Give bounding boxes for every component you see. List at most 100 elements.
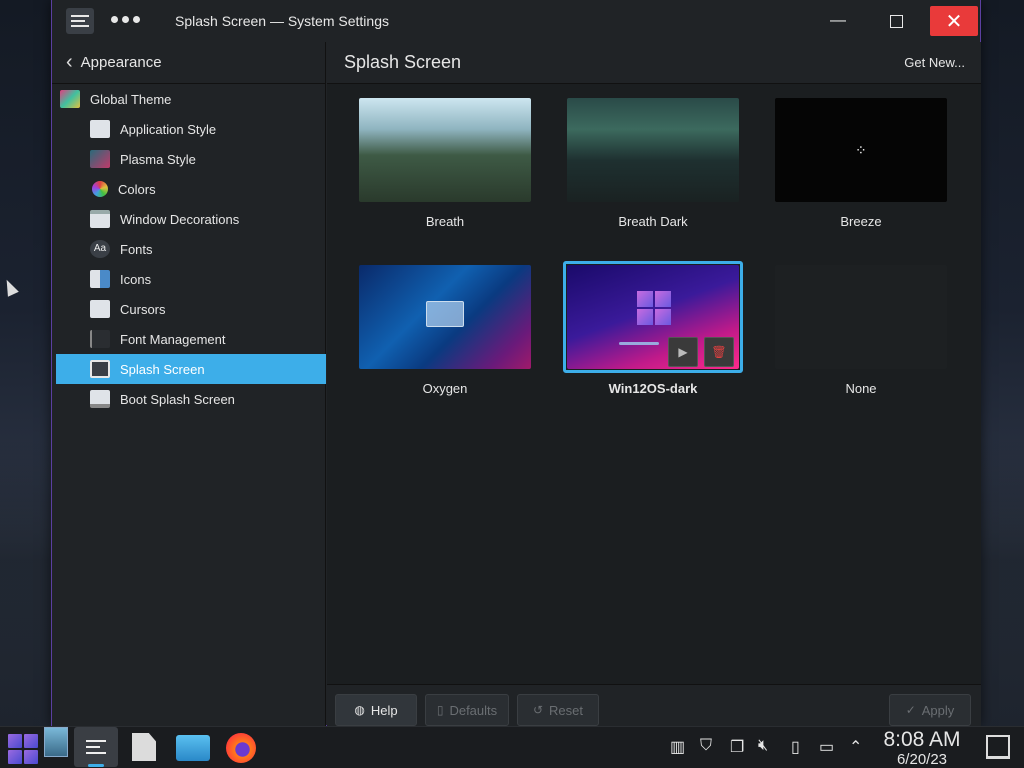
apply-button[interactable]: ✓ Apply (889, 694, 971, 726)
sidebar-item-application-style[interactable]: Application Style (56, 114, 326, 144)
document-icon[interactable] (132, 733, 156, 761)
help-button[interactable]: ◍ Help (335, 694, 417, 726)
help-label: Help (370, 702, 398, 718)
defaults-icon: ▯ (436, 703, 444, 717)
theme-card-win12os-dark[interactable]: ▶ 🗑 Win12OS-dark (563, 261, 743, 411)
theme-card-breeze[interactable]: ⁘ Breeze (771, 94, 949, 244)
sidebar-item-cursors[interactable]: Cursors (56, 294, 326, 324)
sidebar-back-label: Appearance (80, 54, 162, 71)
apply-label: Apply (921, 702, 955, 718)
pager-icon[interactable] (44, 727, 68, 757)
theme-preview: ▶ 🗑 (567, 265, 739, 369)
sidebar-item-label: Window Decorations (120, 211, 240, 227)
theme-preview (359, 265, 531, 369)
more-menu-icon[interactable] (111, 16, 140, 23)
theme-card-breath-dark[interactable]: Breath Dark (563, 94, 741, 244)
mouse-cursor-icon (1, 277, 19, 297)
theme-grid: Breath Breath Dark ⁘ Breeze Oxygen ▶ 🗑 W… (327, 84, 981, 684)
reset-label: Reset (549, 702, 584, 718)
sidebar-item-label: Font Management (120, 331, 226, 347)
main-panel: Splash Screen Get New... Breath Breath D… (327, 42, 981, 726)
network-icon[interactable]: ▭ (819, 737, 834, 757)
sidebar: ‹ Appearance Global Theme Application St… (52, 42, 326, 726)
theme-label: Win12OS-dark (608, 381, 698, 396)
maximize-icon (889, 14, 903, 28)
sidebar-item-global-theme[interactable]: Global Theme (56, 84, 326, 114)
theme-preview (567, 98, 739, 202)
reset-icon: ↺ (532, 703, 544, 717)
theme-card-breath[interactable]: Breath (355, 94, 533, 244)
preview-button[interactable]: ▶ (668, 337, 698, 367)
breeze-logo-icon: ⁘ (855, 142, 867, 158)
clipboard-icon[interactable]: ❐ (730, 737, 744, 757)
taskbar-system-settings[interactable] (74, 727, 118, 767)
plasma-style-icon (90, 150, 110, 168)
font-management-icon (90, 330, 110, 348)
system-settings-window: Splash Screen — System Settings — ✕ ‹ Ap… (51, 0, 981, 726)
close-button[interactable]: ✕ (930, 6, 978, 36)
activity-icon[interactable]: ▥ (670, 737, 685, 757)
minimize-icon: — (830, 12, 846, 29)
clock-date: 6/20/23 (896, 751, 948, 768)
active-indicator (88, 764, 104, 767)
sidebar-item-boot-splash-screen[interactable]: Boot Splash Screen (56, 384, 326, 414)
fonts-icon: Aa (90, 240, 110, 258)
colors-icon (92, 181, 108, 197)
sidebar-item-label: Plasma Style (120, 151, 196, 167)
clock[interactable]: 8:08 AM 6/20/23 (876, 728, 968, 768)
firefox-icon[interactable] (226, 733, 256, 763)
theme-label: Breeze (840, 214, 882, 229)
start-menu-icon[interactable] (8, 734, 38, 764)
title-bar[interactable]: Splash Screen — System Settings — ✕ (52, 0, 980, 42)
show-desktop-icon[interactable] (986, 735, 1010, 759)
sidebar-item-plasma-style[interactable]: Plasma Style (56, 144, 326, 174)
icons-icon (90, 270, 110, 288)
page-title: Splash Screen (344, 52, 462, 72)
defaults-label: Defaults (449, 702, 498, 718)
sidebar-item-label: Icons (120, 271, 152, 287)
sidebar-item-icons[interactable]: Icons (56, 264, 326, 294)
theme-label: Breath (425, 214, 465, 229)
sidebar-item-font-management[interactable]: Font Management (56, 324, 326, 354)
cursors-icon (90, 300, 110, 318)
theme-card-none[interactable]: None (771, 261, 949, 411)
taskbar: ▥ ⛉ ❐ 🔇︎ ▯ ▭ ⌃ 8:08 AM 6/20/23 (0, 726, 1024, 768)
minimize-button[interactable]: — (814, 6, 862, 36)
delete-button[interactable]: 🗑 (704, 337, 734, 367)
windows-logo-icon (637, 291, 671, 325)
defaults-button[interactable]: ▯ Defaults (425, 694, 509, 726)
theme-preview (359, 98, 531, 202)
sidebar-item-fonts[interactable]: Aa Fonts (56, 234, 326, 264)
sidebar-item-label: Cursors (120, 301, 166, 317)
sidebar-item-splash-screen[interactable]: Splash Screen (56, 354, 326, 384)
main-header: Splash Screen Get New... (327, 42, 981, 84)
apply-icon: ✓ (905, 703, 916, 717)
footer-bar: ◍ Help ▯ Defaults ↺ Reset ✓ Apply (327, 684, 981, 726)
boot-splash-screen-icon (90, 390, 110, 408)
battery-icon[interactable]: ▯ (791, 737, 800, 757)
global-theme-icon (60, 90, 80, 108)
reset-button[interactable]: ↺ Reset (517, 694, 599, 726)
oxygen-logo-icon (426, 301, 464, 327)
chevron-up-icon[interactable]: ⌃ (849, 737, 862, 757)
sidebar-item-window-decorations[interactable]: Window Decorations (56, 204, 326, 234)
theme-label: None (845, 381, 877, 396)
sidebar-back-header[interactable]: ‹ Appearance (52, 42, 325, 84)
application-style-icon (90, 120, 110, 138)
theme-card-oxygen[interactable]: Oxygen (355, 261, 533, 411)
chevron-left-icon[interactable]: ‹ (66, 51, 73, 74)
progress-bar (619, 342, 659, 345)
settings-app-icon[interactable] (66, 8, 94, 34)
get-new-button[interactable]: Get New... (904, 55, 965, 70)
sidebar-item-colors[interactable]: Colors (56, 174, 326, 204)
window-decorations-icon (90, 210, 110, 228)
sidebar-item-label: Application Style (120, 121, 217, 137)
volume-muted-icon[interactable]: 🔇︎ (758, 737, 768, 755)
sidebar-item-label: Global Theme (90, 91, 172, 107)
theme-label: Oxygen (422, 381, 468, 396)
maximize-button[interactable] (872, 6, 920, 36)
file-manager-icon[interactable] (176, 735, 210, 761)
updates-icon[interactable]: ⛉ (700, 737, 712, 755)
sidebar-item-label: Splash Screen (120, 361, 205, 377)
window-title: Splash Screen — System Settings (175, 13, 389, 29)
